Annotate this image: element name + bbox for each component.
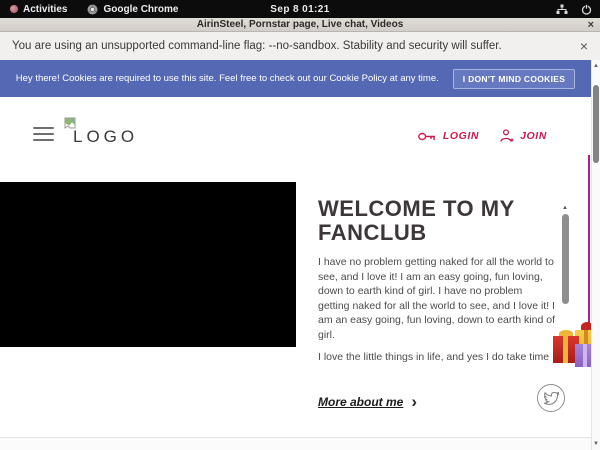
key-icon: [418, 131, 437, 142]
page-scroll-down-icon[interactable]: ▼: [592, 440, 600, 448]
webpage: Hey there! Cookies are required to use t…: [0, 60, 591, 450]
user-add-icon: [499, 129, 514, 143]
infobar-close-icon[interactable]: ×: [580, 39, 588, 53]
login-label: LOGIN: [443, 130, 479, 142]
network-icon[interactable]: [556, 4, 568, 15]
cookie-accept-button[interactable]: I DON'T MIND COOKIES: [453, 69, 575, 89]
site-logo[interactable]: LOGO: [64, 117, 138, 147]
site-header: LOGO LOGIN JOIN: [0, 97, 591, 181]
sandbox-warning-infobar: You are using an unsupported command-lin…: [0, 32, 600, 60]
page-scrollbar-thumb[interactable]: [593, 85, 599, 163]
window-title: AirinSteel, Pornstar page, Live chat, Vi…: [197, 19, 404, 30]
chevron-right-icon[interactable]: ›: [411, 393, 417, 410]
twitter-icon: [544, 392, 559, 405]
text-scroll-up-icon[interactable]: ▲: [560, 205, 570, 211]
login-button[interactable]: LOGIN: [418, 130, 479, 142]
window-title-bar[interactable]: AirinSteel, Pornstar page, Live chat, Vi…: [0, 18, 600, 32]
join-label: JOIN: [520, 130, 547, 142]
about-paragraph-1: I have no problem getting naked for all …: [318, 255, 556, 342]
cookie-consent-bar: Hey there! Cookies are required to use t…: [0, 60, 591, 97]
about-paragraph-2: I love the little things in life, and ye…: [318, 350, 556, 367]
clock[interactable]: Sep 8 01:21: [0, 0, 600, 18]
power-icon[interactable]: [581, 4, 592, 15]
window-close-icon[interactable]: ×: [588, 18, 594, 31]
logo-text: LOGO: [73, 127, 138, 147]
main-content: WELCOME TO MY FANCLUB I have no problem …: [0, 181, 591, 450]
twitter-button[interactable]: [537, 384, 565, 412]
cookie-message: Hey there! Cookies are required to use t…: [16, 73, 439, 84]
join-button[interactable]: JOIN: [499, 129, 547, 143]
infobar-message: You are using an unsupported command-lin…: [12, 40, 502, 52]
more-about-me-link[interactable]: More about me: [318, 395, 403, 409]
welcome-heading: WELCOME TO MY FANCLUB: [318, 197, 558, 245]
hamburger-menu-icon[interactable]: [33, 127, 54, 141]
page-scroll-up-icon[interactable]: ▲: [592, 62, 600, 70]
gnome-top-bar: Activities Google Chrome Sep 8 01:21: [0, 0, 600, 18]
footer-strip: [0, 438, 591, 450]
gift-ribbon-string: [588, 155, 590, 327]
about-section: WELCOME TO MY FANCLUB I have no problem …: [318, 197, 558, 410]
screen: Activities Google Chrome Sep 8 01:21 Air…: [0, 0, 600, 450]
gift-box-purple: [575, 344, 591, 367]
profile-media-image[interactable]: [0, 182, 296, 347]
browser-viewport: Hey there! Cookies are required to use t…: [0, 60, 600, 450]
page-scrollbar[interactable]: ▲ ▼: [591, 60, 600, 450]
about-scroll-area[interactable]: WELCOME TO MY FANCLUB I have no problem …: [318, 197, 558, 367]
broken-image-icon: [64, 117, 76, 129]
text-scrollbar-thumb[interactable]: [562, 214, 569, 304]
